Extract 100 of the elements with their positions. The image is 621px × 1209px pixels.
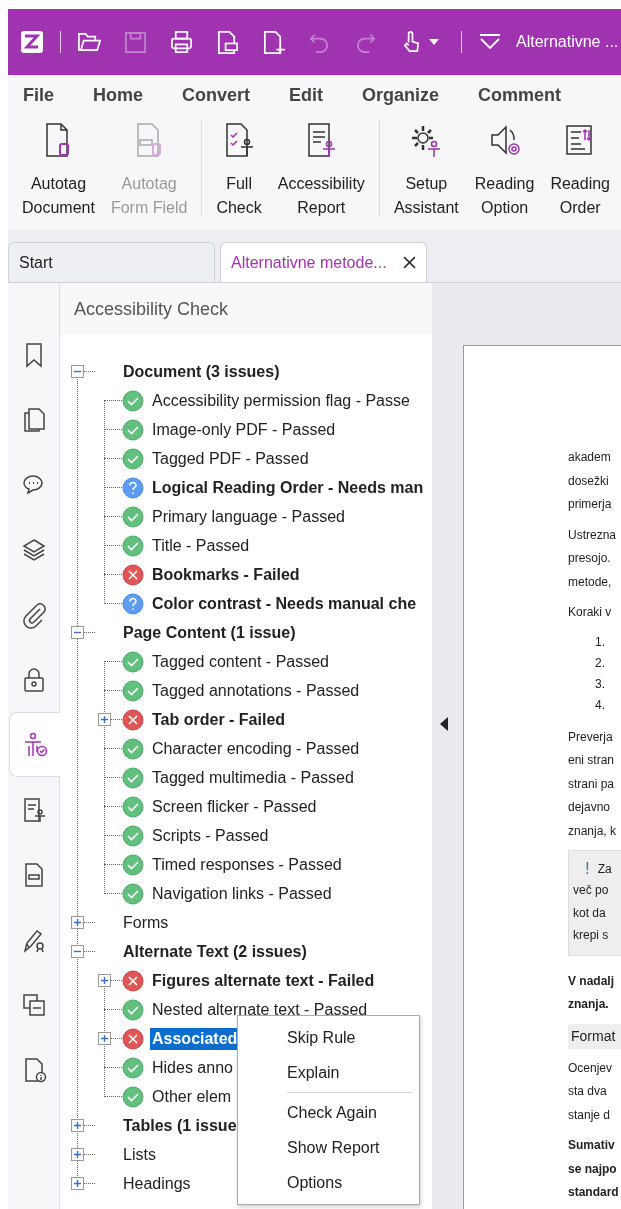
tree-item[interactable]: Timed responses - Passed xyxy=(150,853,344,876)
menu-item[interactable]: Explain xyxy=(238,1055,419,1095)
caret-icon[interactable] xyxy=(429,39,439,45)
tree-item[interactable]: Image-only PDF - Passed xyxy=(150,418,338,441)
menu-item[interactable]: Show Report xyxy=(238,1130,419,1165)
check-icon xyxy=(122,795,144,818)
list-number: 4. xyxy=(595,696,606,714)
tree-group[interactable]: Alternate Text (2 issues) xyxy=(123,942,307,961)
ribbon-button[interactable]: Reading Order xyxy=(542,120,618,220)
expand-toggle[interactable] xyxy=(71,626,84,639)
document-plus-icon[interactable] xyxy=(261,29,286,55)
tree-group[interactable]: Forms xyxy=(123,913,169,932)
check-icon xyxy=(122,766,144,789)
paragraph: Sumativ se najpo standard xyxy=(568,1137,620,1201)
paragraph: Ocenjev sta dva stanje d xyxy=(568,1059,614,1124)
menu-tab[interactable]: Comment xyxy=(478,85,562,111)
expand-toggle[interactable] xyxy=(71,1177,84,1190)
check-icon xyxy=(122,853,144,876)
tree-item[interactable]: Color contrast - Needs manual che xyxy=(150,592,419,615)
check-icon xyxy=(122,418,144,441)
tree-group[interactable]: Lists xyxy=(123,1145,156,1164)
ribbon-button[interactable]: Accessibility Report xyxy=(269,120,373,220)
tree-item[interactable]: Associated xyxy=(150,1027,240,1050)
ribbon-button[interactable]: Setup Assistant xyxy=(385,120,467,220)
menu-tab[interactable]: Home xyxy=(93,85,144,111)
list-number: 1. xyxy=(595,633,606,651)
check-icon xyxy=(122,1056,144,1079)
ribbon-button[interactable]: Full Check xyxy=(208,120,270,220)
tree-item[interactable]: Other elem xyxy=(150,1085,234,1108)
paperclip-icon xyxy=(20,600,48,629)
menu-item[interactable]: Skip Rule xyxy=(238,1020,419,1055)
tree-item[interactable]: Logical Reading Order - Needs man xyxy=(150,476,426,499)
expand-toggle[interactable] xyxy=(98,713,111,726)
list-number: 3. xyxy=(595,675,606,693)
tree-item[interactable]: Tagged multimedia - Passed xyxy=(150,766,356,789)
close-icon[interactable] xyxy=(403,256,416,269)
list-number: 2. xyxy=(595,654,606,672)
expand-toggle[interactable] xyxy=(71,945,84,958)
tree-item[interactable]: Tagged annotations - Passed xyxy=(150,679,362,702)
check-icon xyxy=(122,650,144,673)
check-icon xyxy=(122,447,144,470)
error-icon xyxy=(122,563,144,586)
question-icon xyxy=(122,592,144,615)
expand-toggle[interactable] xyxy=(71,1119,84,1132)
chevron-down-icon[interactable] xyxy=(478,33,502,51)
tree-item[interactable]: Tab order - Failed xyxy=(150,708,288,731)
tree-item[interactable]: Figures alternate text - Failed xyxy=(150,969,377,992)
tree-group[interactable]: Page Content (1 issue) xyxy=(123,623,296,642)
menu-tab[interactable]: File xyxy=(23,85,54,111)
tree-item[interactable]: Bookmarks - Failed xyxy=(150,563,302,586)
exclamation-mark: ! xyxy=(585,859,590,879)
menu-item[interactable]: Check Again xyxy=(238,1095,419,1130)
tree-item[interactable]: Accessibility permission flag - Passe xyxy=(150,389,412,412)
tree-item[interactable]: Tagged PDF - Passed xyxy=(150,447,311,470)
tree-item[interactable]: Hides anno xyxy=(150,1056,235,1079)
error-icon xyxy=(122,969,144,992)
expand-toggle[interactable] xyxy=(71,916,84,929)
tree-group[interactable]: Tables (1 issue xyxy=(123,1116,237,1135)
check-icon xyxy=(122,824,144,847)
expand-toggle[interactable] xyxy=(71,1148,84,1161)
ribbon-button[interactable]: Reading Option xyxy=(466,120,543,220)
check-icon xyxy=(122,505,144,528)
error-icon xyxy=(122,1027,144,1050)
note-line: Za xyxy=(597,861,612,878)
collapse-panel-icon[interactable] xyxy=(439,717,448,731)
tree-item[interactable]: Primary language - Passed xyxy=(150,505,347,528)
tree-group[interactable]: Headings xyxy=(123,1174,191,1193)
tree-item[interactable]: Title - Passed xyxy=(150,534,252,557)
menu-tab[interactable]: Organize xyxy=(362,85,440,111)
check-icon xyxy=(122,882,144,905)
check-icon xyxy=(122,679,144,702)
paragraph: Preverja eni stran strani pa dejavno znanja, k xyxy=(568,728,618,840)
paragraph: akadem dosežki primerja xyxy=(568,449,613,513)
paragraph: Koraki v xyxy=(568,604,613,621)
panel-title: Accessibility Check xyxy=(74,298,229,320)
paragraph: Ustrezna presojo. metode, xyxy=(568,526,618,591)
document-tab[interactable]: Start xyxy=(8,242,215,282)
check-icon xyxy=(122,534,144,557)
menu-tab[interactable]: Edit xyxy=(289,85,324,111)
document-tab[interactable]: Alternativne metode... xyxy=(220,242,427,282)
tree-group[interactable]: Document (3 issues) xyxy=(123,362,280,381)
tree-item[interactable]: Scripts - Passed xyxy=(150,824,271,847)
error-icon xyxy=(122,708,144,731)
check-icon xyxy=(122,998,144,1021)
print-icon[interactable] xyxy=(169,29,194,55)
app-logo-icon xyxy=(20,30,44,54)
tree-item[interactable]: Screen flicker - Passed xyxy=(150,795,319,818)
menu-item[interactable]: Options xyxy=(238,1165,419,1200)
expand-toggle[interactable] xyxy=(71,365,84,378)
ribbon-button[interactable]: Autotag Document xyxy=(14,120,103,220)
document-title: Alternativne ... xyxy=(516,33,619,51)
expand-toggle[interactable] xyxy=(98,1032,111,1045)
expand-toggle[interactable] xyxy=(98,974,111,987)
menu-tab[interactable]: Convert xyxy=(182,85,251,111)
check-icon xyxy=(122,737,144,760)
document-minus-icon[interactable] xyxy=(215,29,240,55)
tree-item[interactable]: Navigation links - Passed xyxy=(150,882,334,905)
tree-item[interactable]: Character encoding - Passed xyxy=(150,737,362,760)
section-heading: Format xyxy=(568,1023,621,1049)
tree-item[interactable]: Tagged content - Passed xyxy=(150,650,331,673)
